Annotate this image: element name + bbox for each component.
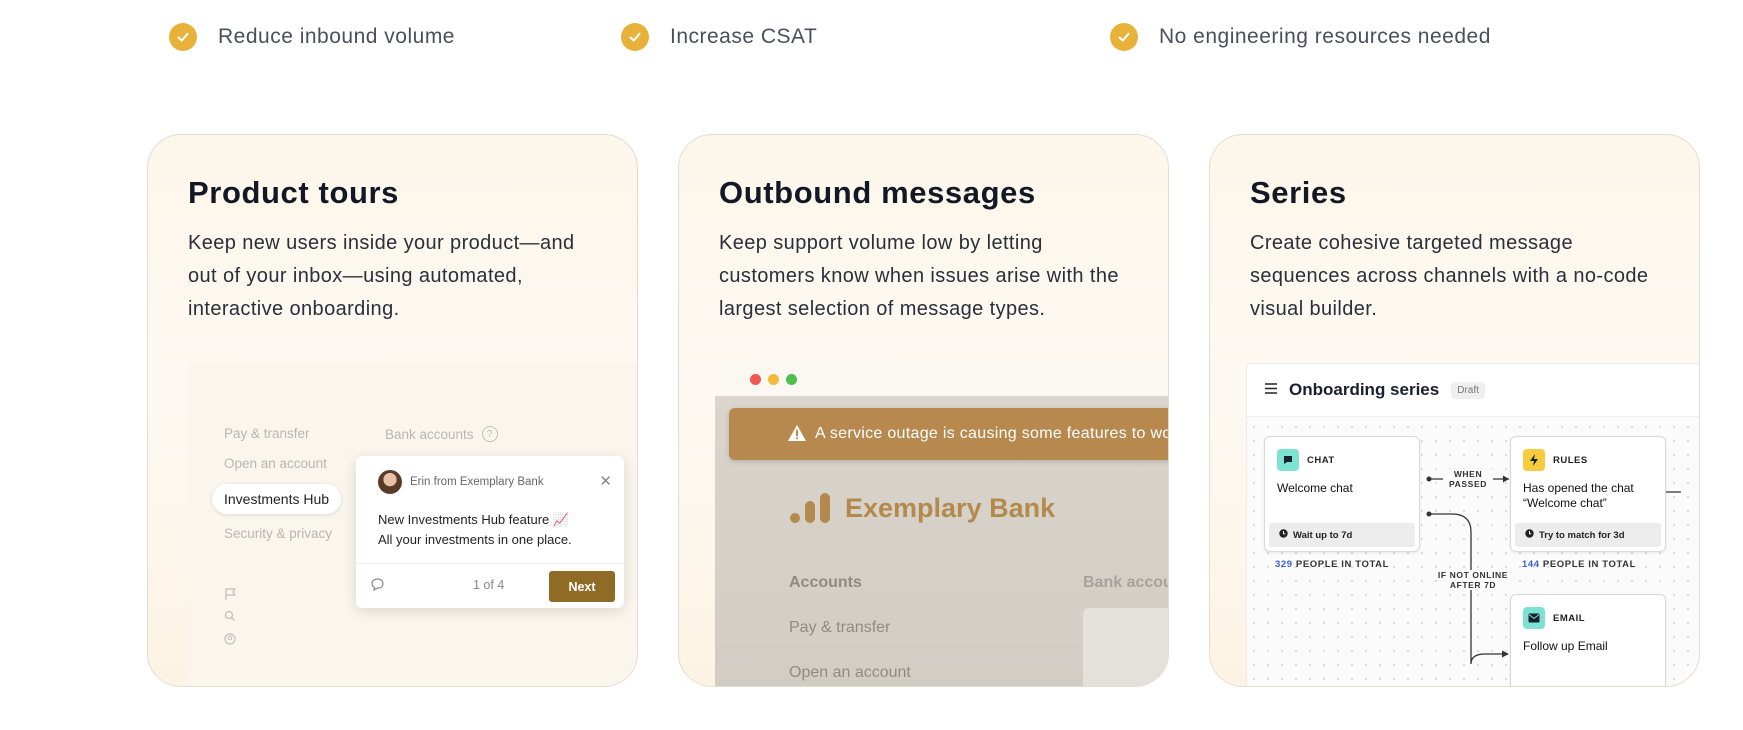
node-type: CHAT [1277,449,1335,471]
benefit-item: No engineering resources needed [1110,22,1491,52]
edge-label-not-online: IF NOT ONLINE AFTER 7D [1437,570,1509,590]
window-close-dot [750,374,761,385]
nav-link: Pay & transfer [789,619,891,636]
stat-count: 329 [1275,559,1293,570]
stat-count: 144 [1522,559,1540,570]
benefit-item: Reduce inbound volume [169,22,455,52]
help-icon: ? [481,426,498,442]
bank-logo-icon [790,493,830,523]
nav-item-active: Investments Hub [212,484,342,514]
bank-name: Exemplary Bank [845,492,1056,523]
warning-icon [787,424,807,447]
node-stat: 329 PEOPLE IN TOTAL [1275,559,1389,570]
series-node-email[interactable]: EMAIL Follow up Email [1510,594,1666,686]
window-minimize-dot [768,374,779,385]
benefit-label: Reduce inbound volume [218,25,455,48]
bank-accounts-heading: Bank accou [1083,574,1169,591]
close-icon[interactable]: ✕ [599,472,612,490]
card-outbound-messages[interactable]: Outbound messages Keep support volume lo… [678,134,1169,687]
check-icon [621,23,649,51]
card-description: Create cohesive targeted message sequenc… [1250,232,1649,320]
window-zoom-dot [786,374,797,385]
bank-accounts-heading: Bank accounts ? [385,426,498,442]
node-stat: 144 PEOPLE IN TOTAL [1522,559,1636,570]
tour-sender: Erin from Exemplary Bank [410,476,544,488]
browser-mockup: A service outage is causing some feature… [715,363,1169,686]
bank-brand: Exemplary Bank [789,492,1055,524]
tour-footer: 1 of 4 Next [356,563,624,608]
node-type: RULES [1523,449,1588,471]
benefit-label: Increase CSAT [670,25,818,48]
card-title: Outbound messages [719,175,1036,210]
series-node-rules[interactable]: RULES Has opened the chat “Welcome chat”… [1510,436,1666,552]
card-description: Keep support volume low by letting custo… [719,232,1119,320]
node-name: Welcome chat [1277,481,1353,495]
node-wait-label: Try to match for 3d [1539,529,1625,541]
node-wait-label: Wait up to 7d [1293,529,1353,541]
browser-content: A service outage is causing some feature… [715,396,1169,686]
benefit-label: No engineering resources needed [1159,25,1491,48]
lightning-icon [1523,449,1545,471]
node-name: Has opened the chat “Welcome chat” [1523,481,1634,510]
browser-titlebar [715,363,1168,396]
chat-icon [1277,449,1299,471]
nav-item: Security & privacy [224,526,333,541]
stat-label: PEOPLE IN TOTAL [1295,559,1390,570]
avatar [378,470,402,494]
card-title: Product tours [188,175,400,210]
product-tour-mockup: Pay & transfer Open an account Investmen… [188,363,637,686]
banner-text: A service outage is causing some feature… [815,425,1169,442]
card-series[interactable]: Series Create cohesive targeted message … [1209,134,1700,687]
node-type-label: CHAT [1307,454,1335,466]
card-product-tours[interactable]: Product tours Keep new users inside your… [147,134,638,687]
tour-message-line: All your investments in one place. [378,532,572,547]
node-wait: Try to match for 3d [1515,523,1661,547]
series-builder-mockup: Onboarding series Draft WHEN PASSED IF N… [1246,363,1699,686]
check-icon [169,23,197,51]
search-icon [224,610,236,625]
tour-popover: Erin from Exemplary Bank ✕ New Investmen… [356,456,624,608]
series-node-chat[interactable]: CHAT Welcome chat Wait up to 7d [1264,436,1420,552]
outage-banner: A service outage is causing some feature… [729,408,1169,460]
chat-bubble-icon[interactable] [370,577,385,595]
user-icon [224,633,236,648]
edge-label-when-passed: WHEN PASSED [1443,469,1493,489]
tour-message-line: New Investments Hub feature 📈 [378,512,570,527]
clock-icon [1525,529,1534,541]
nav-item: Pay & transfer [224,426,310,441]
account-panel [1083,608,1168,686]
benefit-item: Increase CSAT [621,22,817,52]
node-type: EMAIL [1523,607,1585,629]
node-type-label: EMAIL [1553,612,1586,624]
node-type-label: RULES [1553,454,1588,466]
tour-header: Erin from Exemplary Bank [378,470,544,494]
bank-accounts-label: Bank accounts [385,426,474,442]
email-icon [1523,607,1545,629]
clock-icon [1279,529,1288,541]
node-wait: Wait up to 7d [1269,523,1415,547]
accounts-heading: Accounts [789,574,862,591]
stat-label: PEOPLE IN TOTAL [1542,559,1637,570]
check-icon [1110,23,1138,51]
card-title: Series [1250,175,1347,210]
node-name: Follow up Email [1523,639,1608,653]
tour-message: New Investments Hub feature 📈 All your i… [378,510,572,550]
flag-icon [224,587,238,604]
next-button[interactable]: Next [549,571,615,602]
nav-item: Open an account [224,456,327,471]
nav-link: Open an account [789,664,911,681]
tour-step-counter: 1 of 4 [473,578,505,592]
card-description: Keep new users inside your product—and o… [188,232,575,320]
